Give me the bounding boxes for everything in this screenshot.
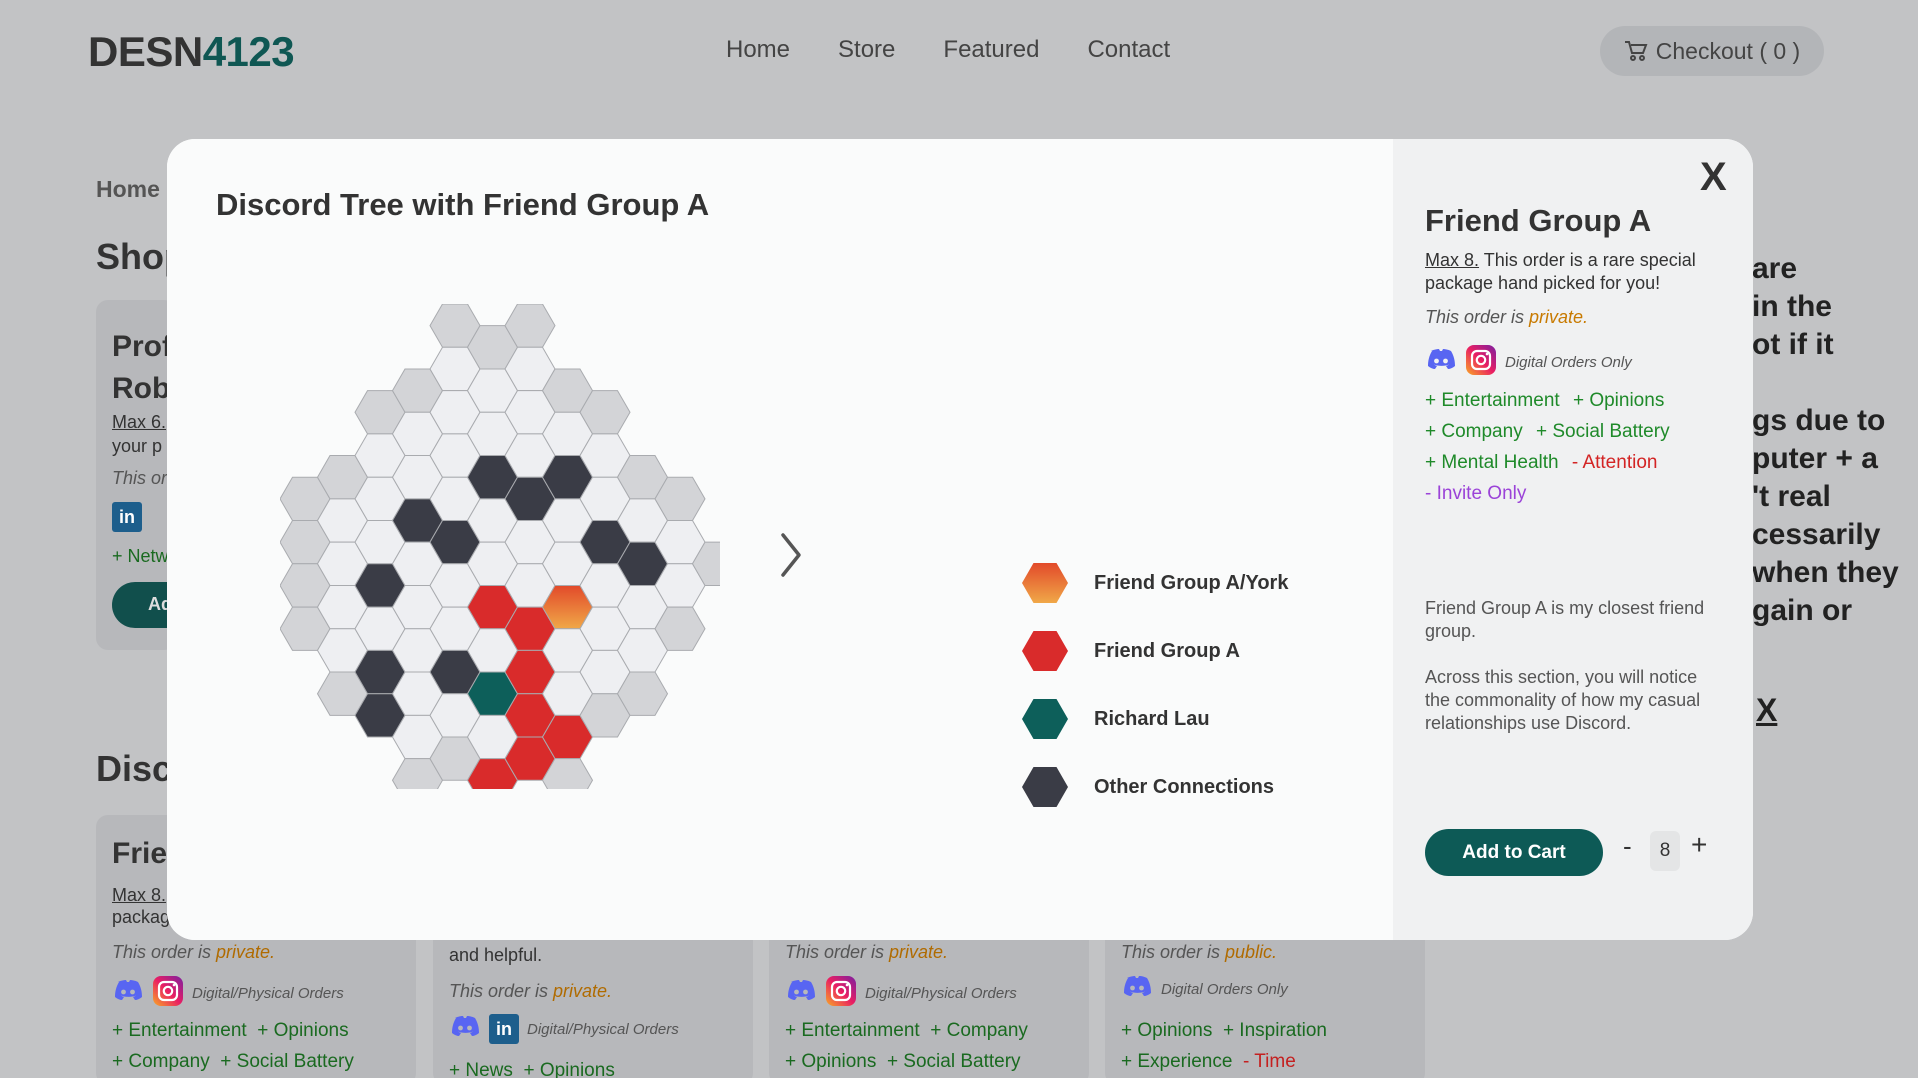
quantity-value[interactable]: 8 xyxy=(1650,831,1680,871)
card-privacy: This order is private. xyxy=(449,981,613,1001)
icons-label: Digital Orders Only xyxy=(1505,353,1632,371)
nav-home[interactable]: Home xyxy=(726,36,790,64)
card-title: Frie xyxy=(112,837,168,870)
discord-icon xyxy=(1121,975,1153,1003)
legend-label: Richard Lau xyxy=(1094,707,1210,730)
legend-label: Other Connections xyxy=(1094,775,1275,798)
site-logo[interactable]: DESN4123 xyxy=(88,28,295,76)
icons-label: Digital Orders Only xyxy=(1161,980,1288,998)
tag: + Mental Health xyxy=(1425,452,1559,473)
discord-icon xyxy=(112,979,144,1007)
tag: + Opinions xyxy=(1572,390,1665,411)
panel-description: Max 8. This order is a rare special pack… xyxy=(1425,250,1696,293)
product-modal: Discord Tree with Friend Group A Friend … xyxy=(167,139,1753,940)
tag: - Attention xyxy=(1571,452,1658,473)
main-nav: Home Store Featured Contact xyxy=(726,36,1170,64)
card-tags: + Opinions + Inspiration + Experience - … xyxy=(1121,1020,1327,1072)
discord-icon xyxy=(785,979,817,1007)
card-icons: Digital/Physical Orders xyxy=(785,975,1017,1011)
panel-privacy: This order is private. xyxy=(1425,307,1589,327)
card-privacy: This order is public. xyxy=(1121,942,1278,962)
discord-tree-hex-grid xyxy=(280,304,720,789)
card-privacy: This order is private. xyxy=(112,942,276,962)
chevron-right-icon[interactable] xyxy=(771,525,811,585)
nav-featured[interactable]: Featured xyxy=(943,36,1039,64)
legend-item: Other Connections xyxy=(1022,753,1288,821)
breadcrumb[interactable]: Home xyxy=(96,176,160,203)
icons-label: Digital/Physical Orders xyxy=(865,984,1017,1002)
nav-store[interactable]: Store xyxy=(838,36,895,64)
card-desc: Max 6. your p xyxy=(112,412,167,456)
legend-item: Friend Group A xyxy=(1022,617,1288,685)
card-max: Max 8. xyxy=(112,885,167,905)
modal-info-panel: X Friend Group A Max 8. This order is a … xyxy=(1393,139,1753,940)
panel-body-text: Friend Group A is my closest friend grou… xyxy=(1425,598,1705,641)
tag: + Social Battery xyxy=(1535,421,1670,442)
instagram-icon xyxy=(825,975,857,1011)
panel-title: Friend Group A xyxy=(1425,203,1652,238)
discord-icon xyxy=(449,1015,481,1043)
icons-label: Digital/Physical Orders xyxy=(192,984,344,1002)
card-privacy: This order is private. xyxy=(785,942,949,962)
modal-title: Discord Tree with Friend Group A xyxy=(216,187,710,222)
card-tags: + Entertainment + Company + Opinions + S… xyxy=(785,1020,1028,1072)
discord-icon xyxy=(1425,348,1457,376)
instagram-icon xyxy=(1465,344,1497,380)
card-icons: Digital Orders Only xyxy=(1121,975,1288,1003)
legend-label: Friend Group A/York xyxy=(1094,571,1289,594)
card-tags: + Entertainment + Opinions + Company + S… xyxy=(112,1020,354,1072)
add-to-cart-button[interactable]: Add to Cart xyxy=(1425,829,1603,876)
hexagon-gradient-icon xyxy=(1022,563,1068,603)
hexagon-red-icon xyxy=(1022,631,1068,671)
card-desc: packag xyxy=(112,907,171,927)
quantity-decrease-button[interactable]: - xyxy=(1623,831,1632,862)
card-icons: in Digital/Physical Orders xyxy=(449,1014,679,1044)
product-card-professional: Prof Rob Max 6. your p This or in + Netw A… xyxy=(96,300,176,650)
tag: - Invite Only xyxy=(1425,483,1527,504)
close-button[interactable]: X xyxy=(1700,155,1727,200)
background-close-link[interactable]: X xyxy=(1756,692,1777,729)
legend-item: Richard Lau xyxy=(1022,685,1288,753)
discord-heading: Disc xyxy=(96,748,173,789)
linkedin-icon: in xyxy=(112,502,142,532)
icons-label: Digital/Physical Orders xyxy=(527,1020,679,1038)
card-tags: + News + Opinions xyxy=(449,1060,615,1078)
checkout-label: Checkout ( 0 ) xyxy=(1655,37,1801,64)
tag: + Company xyxy=(1425,421,1523,442)
card-icons: Digital/Physical Orders xyxy=(112,975,344,1011)
legend: Friend Group A/York Friend Group A Richa… xyxy=(1022,549,1288,821)
legend-item: Friend Group A/York xyxy=(1022,549,1288,617)
panel-tags: + Entertainment + Opinions + Company + S… xyxy=(1425,385,1678,509)
card-desc: and helpful. xyxy=(449,945,543,965)
quantity-increase-button[interactable]: + xyxy=(1691,829,1707,861)
hexagon-dark-icon xyxy=(1022,767,1068,807)
card-tag: + Netw xyxy=(112,546,169,566)
modal-visual-pane: Discord Tree with Friend Group A Friend … xyxy=(167,139,1393,940)
card-title: Prof Rob xyxy=(112,330,172,405)
tag: + Entertainment xyxy=(1425,390,1560,411)
instagram-icon xyxy=(152,975,184,1011)
legend-label: Friend Group A xyxy=(1094,639,1240,662)
background-text: are in the ot if it gs due to puter + a … xyxy=(1752,252,1899,627)
hexagon-teal-icon xyxy=(1022,699,1068,739)
linkedin-icon: in xyxy=(489,1014,519,1044)
checkout-button[interactable]: Checkout ( 0 ) xyxy=(1600,26,1824,76)
nav-contact[interactable]: Contact xyxy=(1087,36,1170,64)
card-privacy: This or xyxy=(112,468,168,488)
panel-icons: Digital Orders Only xyxy=(1425,344,1632,380)
panel-body-text: Across this section, you will notice the… xyxy=(1425,667,1701,733)
cart-icon xyxy=(1624,41,1648,61)
